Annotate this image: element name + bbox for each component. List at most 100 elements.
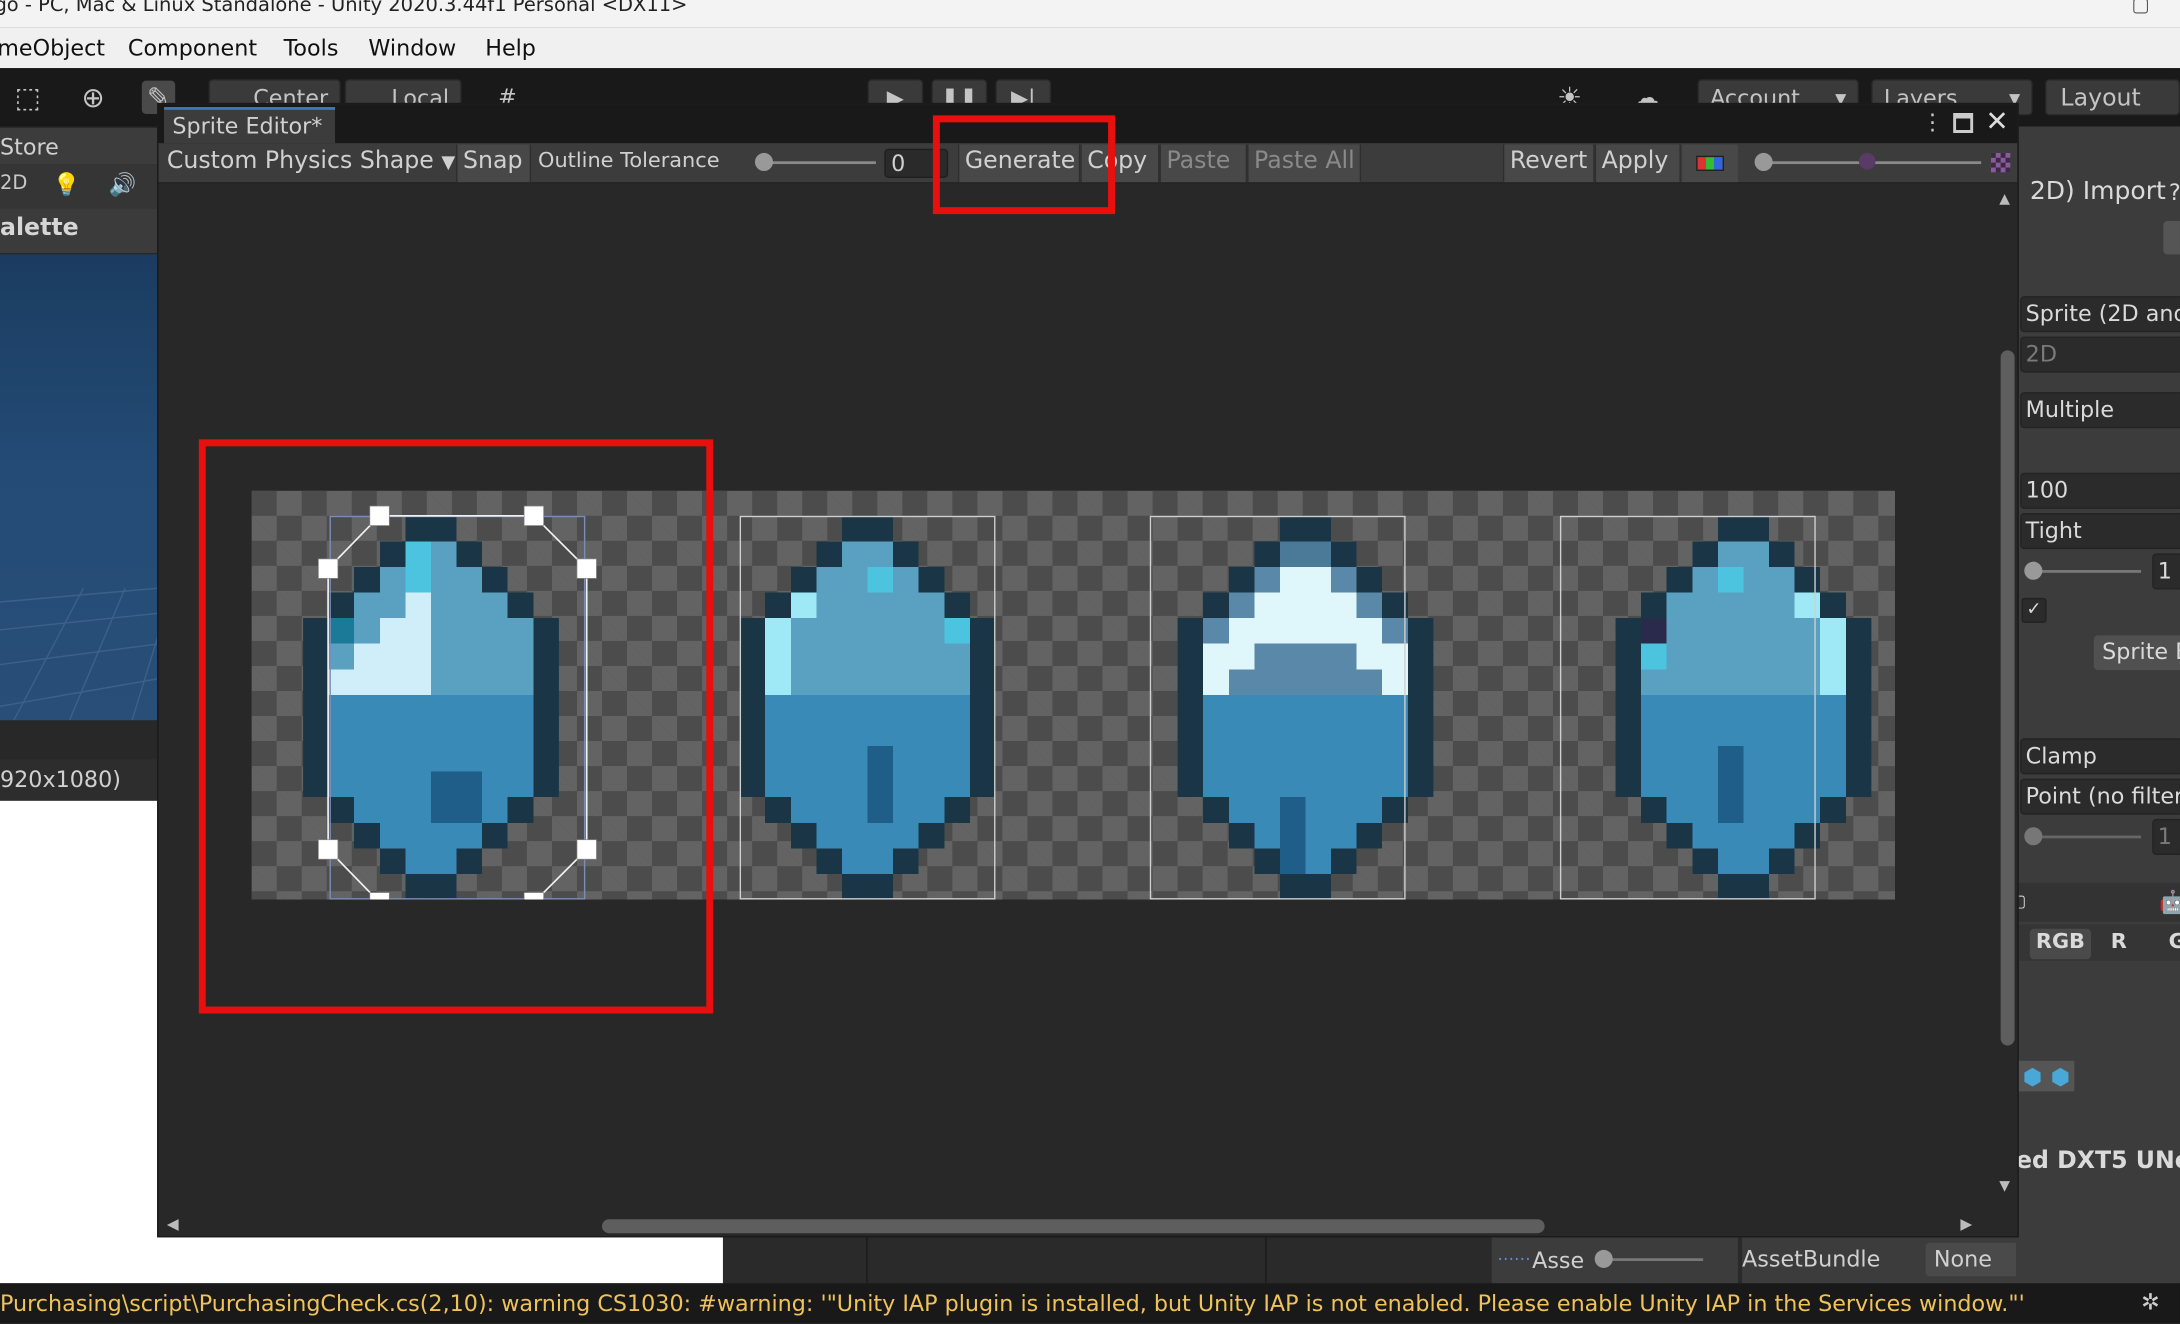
list-dots-icon: ⋯⋯	[1497, 1248, 1531, 1268]
assetbundle-label: AssetBundle	[1742, 1245, 1881, 1273]
vertical-scroll-thumb[interactable]	[2000, 350, 2015, 1046]
sprite-canvas[interactable]	[158, 183, 1997, 1216]
scroll-right-icon[interactable]: ▶	[1960, 1215, 1972, 1233]
paste-button: Paste	[1159, 144, 1248, 183]
mesh-type-dropdown[interactable]: Tight	[2020, 513, 2180, 550]
sprite-mode-dropdown[interactable]: Multiple	[2020, 392, 2180, 429]
scene-view[interactable]	[0, 254, 160, 721]
menu-tools[interactable]: Tools	[284, 35, 339, 61]
android-icon[interactable]: 🤖	[2159, 888, 2180, 914]
asset-label: Asse	[1532, 1247, 1585, 1274]
chevron-down-icon: ▼	[441, 152, 456, 174]
vertical-scrollbar[interactable]: ▲ ▼	[1996, 183, 2018, 1216]
texture-format-info: ed DXT5 UNor	[2015, 1147, 2180, 1175]
generate-physics-shape-checkbox[interactable]: ✓	[2021, 597, 2047, 623]
sprite-thumbnails: ⬢ ⬢	[2015, 1060, 2075, 1092]
more-options-icon[interactable]: ⋮	[1921, 108, 1943, 134]
layout-dropdown[interactable]: Layout	[2045, 79, 2180, 116]
asset-size-slider-thumb[interactable]	[1594, 1249, 1613, 1268]
texture-shape-value: 2D	[2025, 340, 2057, 368]
help-icon[interactable]: ?	[2169, 179, 2180, 205]
assetbundle-value: None	[1933, 1245, 1992, 1273]
menu-gameobject[interactable]: meObject	[0, 35, 105, 61]
wrap-mode-dropdown[interactable]: Clamp	[2020, 738, 2180, 775]
open-button[interactable]	[2163, 221, 2180, 255]
outline-tolerance-track[interactable]	[761, 161, 876, 165]
divider	[866, 1237, 868, 1284]
maximize-icon[interactable]: 🗖	[1952, 107, 1974, 147]
transform-tool-icon[interactable]: ⊕	[76, 81, 109, 114]
menu-component[interactable]: Component	[128, 35, 257, 61]
checkmark-icon: ✓	[2026, 599, 2042, 621]
outline-tolerance-label: Outline Tolerance	[538, 147, 720, 173]
color-channel-toggle[interactable]	[1682, 144, 1738, 183]
asset-size-slider-track[interactable]	[1603, 1258, 1704, 1262]
menu-help[interactable]: Help	[485, 35, 536, 61]
outline-tolerance-thumb[interactable]	[754, 152, 774, 172]
palette-title: alette	[0, 214, 79, 242]
sprite-frame-4[interactable]	[1559, 515, 1816, 900]
asset-store-tab[interactable]: Store	[0, 127, 160, 165]
lower-panel: ⋯⋯ Asse AssetBundle None ▾	[722, 1237, 2180, 1284]
menu-window[interactable]: Window	[368, 35, 456, 61]
audio-icon[interactable]: 🔊	[108, 171, 136, 197]
highlight-generate-button	[932, 115, 1116, 215]
pixels-per-unit-value: 100	[2025, 476, 2069, 504]
sprite-editor-window: Sprite Editor* ⋮ 🗖 ✕ Custom Physics Shap…	[157, 102, 2019, 1238]
checker-mip-icon[interactable]	[1990, 152, 2011, 173]
resolution-label[interactable]: 920x1080)	[0, 766, 121, 792]
rgb-channel-icon	[1696, 155, 1724, 172]
mode-2d-toggle[interactable]: 2D	[0, 172, 27, 194]
aniso-slider-track	[2029, 835, 2142, 839]
layout-label: Layout	[2060, 84, 2141, 113]
zoom-slider-thumb[interactable]	[1754, 152, 1773, 172]
highlight-selected-sprite	[198, 439, 714, 1014]
close-icon[interactable]: ✕	[1985, 104, 2008, 137]
editor-mode-dropdown[interactable]: Custom Physics Shape ▼	[161, 145, 456, 183]
revert-button[interactable]: Revert	[1502, 144, 1595, 183]
sprite-editor-tab[interactable]: Sprite Editor*	[164, 107, 336, 144]
rect-tool-icon[interactable]: ⬚	[11, 81, 44, 114]
debug-icon[interactable]: ✲	[2141, 1289, 2160, 1315]
paste-label: Paste	[1166, 147, 1231, 176]
channel-g-button[interactable]: G	[2161, 929, 2180, 960]
apply-button[interactable]: Apply	[1594, 144, 1681, 183]
sprite-mode-value: Multiple	[2025, 396, 2115, 423]
wrap-mode-value: Clamp	[2025, 742, 2097, 769]
paste-all-button: Paste All	[1247, 144, 1362, 183]
horizontal-scrollbar[interactable]: ◀ ▶	[158, 1215, 2018, 1236]
window-titlebar: go - PC, Mac & Linux Standalone - Unity …	[0, 0, 2180, 28]
sprite-frame-3[interactable]	[1149, 515, 1406, 900]
mesh-type-value: Tight	[2025, 517, 2082, 544]
extrude-slider-thumb[interactable]	[2024, 561, 2043, 580]
extrude-slider-track[interactable]	[2029, 570, 2142, 573]
pixels-per-unit-field[interactable]: 100	[2020, 472, 2180, 509]
restore-window-icon[interactable]: ▢	[2131, 0, 2149, 17]
scroll-up-icon[interactable]: ▲	[1999, 192, 2010, 207]
texture-type-dropdown[interactable]: Sprite (2D and	[2020, 296, 2180, 333]
extrude-field[interactable]: 1	[2152, 553, 2180, 590]
channel-r-button[interactable]: R	[2102, 929, 2135, 960]
inspector-panel: 2D) Import ? Sprite (2D and 2D Multiple …	[2015, 126, 2180, 1284]
mip-level-icon[interactable]	[1858, 152, 1876, 170]
console-warning-message: Purchasing\script\PurchasingCheck.cs(2,1…	[0, 1290, 2025, 1317]
sprite-frame-2[interactable]	[739, 515, 996, 900]
filter-mode-dropdown[interactable]: Point (no filter	[2020, 778, 2180, 815]
extrude-value: 1	[2157, 557, 2172, 584]
platform-tabs: ▢ 🤖	[2015, 882, 2180, 922]
channel-buttons: RGB R G	[2015, 924, 2180, 961]
snap-label: Snap	[462, 147, 523, 176]
channel-rgb-button[interactable]: RGB	[2029, 928, 2092, 960]
scroll-down-icon[interactable]: ▼	[1999, 1179, 2010, 1194]
outline-tolerance-value: 0	[891, 150, 906, 177]
console-status-bar[interactable]: Purchasing\script\PurchasingCheck.cs(2,1…	[0, 1283, 2180, 1324]
snap-toggle[interactable]: Snap	[456, 144, 532, 183]
texture-shape-dropdown: 2D	[2020, 336, 2180, 373]
scroll-left-icon[interactable]: ◀	[167, 1215, 179, 1233]
game-resolution-bar: 920x1080)	[0, 759, 160, 801]
sprite-editor-button[interactable]: Sprite E	[2093, 635, 2180, 671]
tile-palette-header: alette	[0, 208, 160, 254]
lighting-icon[interactable]: 💡	[53, 171, 81, 197]
menu-bar: meObject Component Tools Window Help	[0, 27, 2180, 69]
horizontal-scroll-thumb[interactable]	[602, 1219, 1545, 1234]
